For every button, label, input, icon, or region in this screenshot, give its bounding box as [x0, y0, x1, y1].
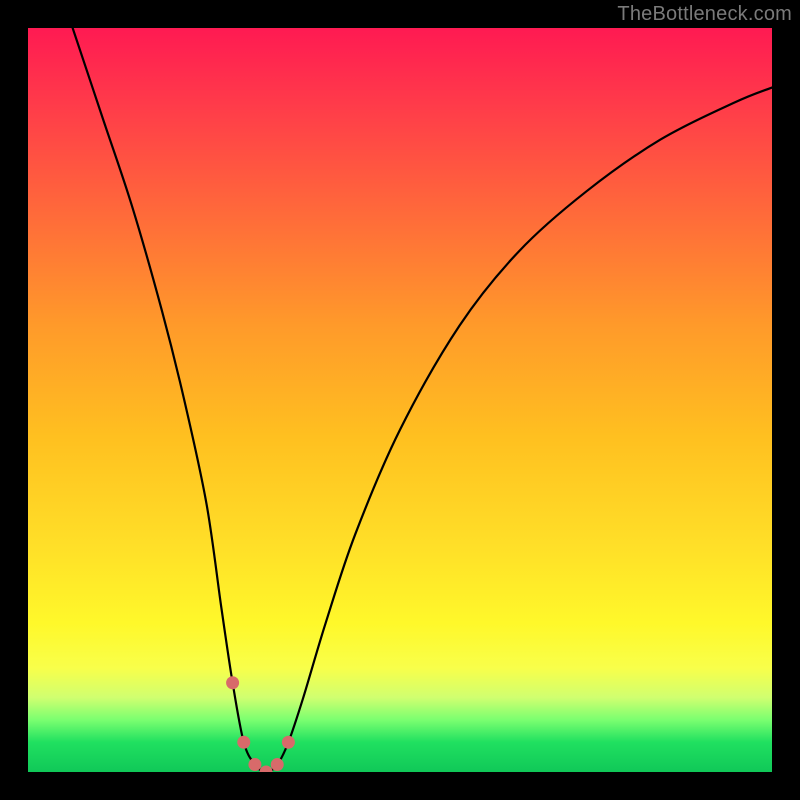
marker-dot [271, 758, 284, 771]
marker-dot [282, 736, 295, 749]
plot-area [28, 28, 772, 772]
marker-group [226, 676, 295, 772]
curve-layer [28, 28, 772, 772]
marker-dot [226, 676, 239, 689]
watermark-text: TheBottleneck.com [617, 3, 792, 26]
marker-dot [237, 736, 250, 749]
chart-frame: TheBottleneck.com [0, 0, 800, 800]
bottleneck-curve [73, 28, 772, 772]
marker-dot [260, 766, 273, 773]
marker-dot [248, 758, 261, 771]
